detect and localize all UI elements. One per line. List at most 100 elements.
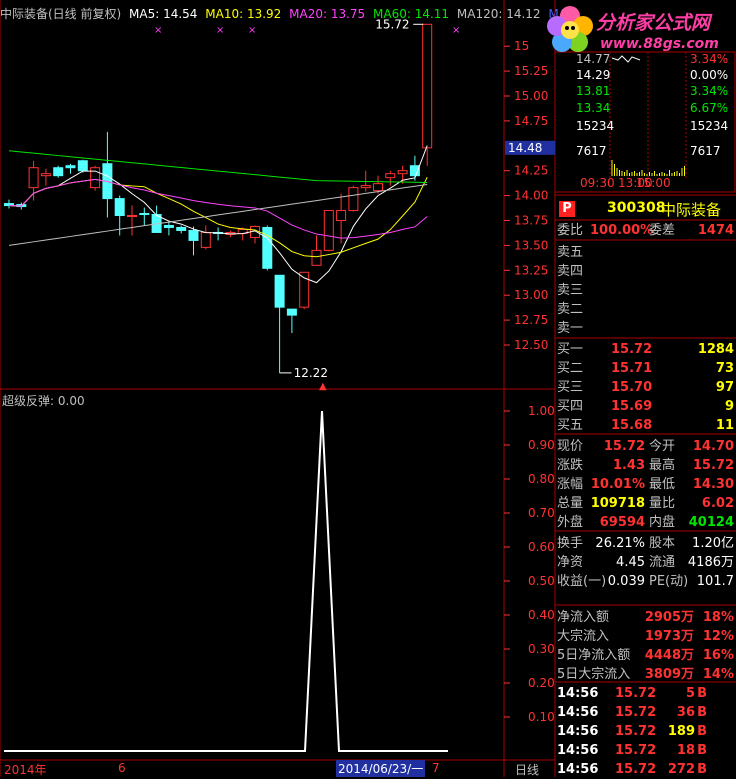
stat-label: 涨幅: [557, 477, 584, 492]
stat-label: 换手: [557, 536, 584, 551]
tick-price: 15.72: [615, 762, 657, 777]
indicator-tick-label: 1.00: [528, 404, 555, 418]
flower-icon: [547, 6, 593, 52]
candle-body: [188, 229, 199, 241]
stat-value: 6.02: [701, 496, 734, 511]
price-tick-label: 12.50: [514, 338, 548, 352]
buy-level-volume: 1284: [697, 342, 734, 357]
buy-level-label: 买五: [557, 418, 584, 433]
weibi-value: 100.00%: [590, 223, 654, 238]
flow-label: 净流入额: [557, 610, 610, 625]
price-tick-label: 15.00: [514, 89, 548, 103]
stat-label: 现价: [557, 439, 584, 454]
price-tick-label: 14.00: [514, 189, 548, 203]
price-tick-label: 12.75: [514, 313, 548, 327]
mini-time-end: 15:00: [636, 176, 671, 190]
buy-level-label: 买一: [557, 342, 584, 357]
cursor-arrow-icon: ▲: [319, 381, 327, 392]
mini-left-1: 14.29: [576, 68, 611, 82]
price-tick-label: 13.75: [514, 214, 548, 228]
mini-right-2: 3.34%: [690, 84, 729, 98]
stat-label: 收益(一): [557, 574, 607, 589]
mini-chart-labels: 14.77 14.29 13.81 13.34 15234 7617 3.34%…: [556, 52, 736, 192]
candle-body: [360, 185, 371, 189]
candle-body: [127, 215, 137, 218]
stat-row: 涨幅 10.01% 最低 14.30: [557, 475, 736, 494]
mini-left-5: 7617: [576, 144, 607, 158]
tick-time: 14:56: [557, 686, 599, 701]
mini-right-5: 7617: [690, 144, 721, 158]
indicator-tick-label: 0.90: [528, 438, 555, 452]
stat-value: 15.72: [692, 458, 734, 473]
stat-label: 涨跌: [557, 458, 584, 473]
time-label-year: 2014年: [4, 763, 47, 777]
tick-price: 15.72: [615, 705, 657, 720]
tick-volume: 5: [685, 686, 695, 701]
flow-pct: 12%: [702, 629, 734, 644]
time-label-month6: 6: [118, 761, 126, 775]
sell-level-label: 卖五: [557, 245, 584, 260]
signal-marker-icon: ×: [154, 25, 162, 36]
stat-row: 换手 26.21% 股本 1.20亿: [557, 534, 736, 553]
signal-marker-icon: ×: [452, 25, 460, 36]
time-label-cursor: 2014/06/23/一: [336, 760, 426, 777]
price-tick-label: 14.25: [514, 164, 548, 178]
candle-body: [422, 23, 433, 149]
stat-value: 0.039: [607, 574, 645, 589]
sell-level-label: 卖二: [557, 302, 584, 317]
stock-name: 中际装备: [661, 201, 722, 219]
stat-row: 现价 15.72 今开 14.70: [557, 437, 736, 456]
mini-right-0: 3.34%: [690, 52, 729, 66]
flow-value: 2905万: [644, 610, 694, 625]
tick-time: 14:56: [557, 705, 599, 720]
candle-body: [28, 167, 39, 189]
stat-value: 109718: [590, 496, 645, 511]
tick-row: 14:56 15.72 272 B: [557, 760, 736, 779]
watermark-logo: 分析家公式网 www.88gs.com: [540, 2, 736, 58]
stat-value: 4.45: [616, 555, 645, 570]
stat-row: 净资 4.45 流通 4186万: [557, 553, 736, 572]
buy-level-row: 买五 15.68 11: [557, 416, 736, 435]
stat-value: 4186万: [687, 555, 734, 570]
tick-time: 14:56: [557, 762, 599, 777]
mini-left-2: 13.81: [576, 84, 611, 98]
flow-label: 大宗流入: [557, 629, 610, 644]
mini-left-3: 13.34: [576, 101, 611, 115]
candle-body: [139, 213, 150, 216]
sell-level-row: 卖四: [557, 262, 736, 281]
candle-body: [200, 231, 211, 248]
buy-level-volume: 9: [724, 399, 734, 414]
tick-side: B: [697, 743, 707, 758]
candle-body: [397, 170, 408, 175]
buy-level-price: 15.69: [611, 399, 653, 414]
buy-level-price: 15.68: [611, 418, 653, 433]
flow-row: 5日净流入额 4448万 16%: [557, 646, 736, 665]
stat-value: 15.72: [603, 439, 645, 454]
buy-level-row: 买四 15.69 9: [557, 397, 736, 416]
signal-marker-icon: ×: [216, 25, 224, 36]
stat-label: 今开: [649, 439, 676, 454]
candle-body: [311, 249, 322, 266]
stat-label: PE(动): [649, 574, 689, 589]
tick-time: 14:56: [557, 724, 599, 739]
flow-row: 净流入额 2905万 18%: [557, 608, 736, 627]
sell-level-label: 卖四: [557, 264, 584, 279]
period-tab[interactable]: 日线: [515, 761, 539, 778]
quote-header: P 300308 中际装备: [557, 198, 736, 220]
sell-level-row: 卖五: [557, 243, 736, 262]
stat-label: 量比: [649, 496, 676, 511]
signal-marker-icon: ×: [248, 25, 256, 36]
candle-body: [323, 210, 334, 251]
stat-label: 外盘: [557, 515, 584, 530]
mini-left-0: 14.77: [576, 52, 611, 66]
stat-value: 14.70: [692, 439, 734, 454]
mini-time-start: 09:30: [580, 176, 615, 190]
indicator-tick-label: 0.30: [528, 642, 555, 656]
price-tick-label: 14.75: [514, 114, 548, 128]
tick-row: 14:56 15.72 189 B: [557, 722, 736, 741]
tick-time: 14:56: [557, 743, 599, 758]
buy-level-volume: 97: [715, 380, 734, 395]
sell-level-label: 卖三: [557, 283, 584, 298]
tick-row: 14:56 15.72 5 B: [557, 684, 736, 703]
tick-price: 15.72: [615, 724, 657, 739]
